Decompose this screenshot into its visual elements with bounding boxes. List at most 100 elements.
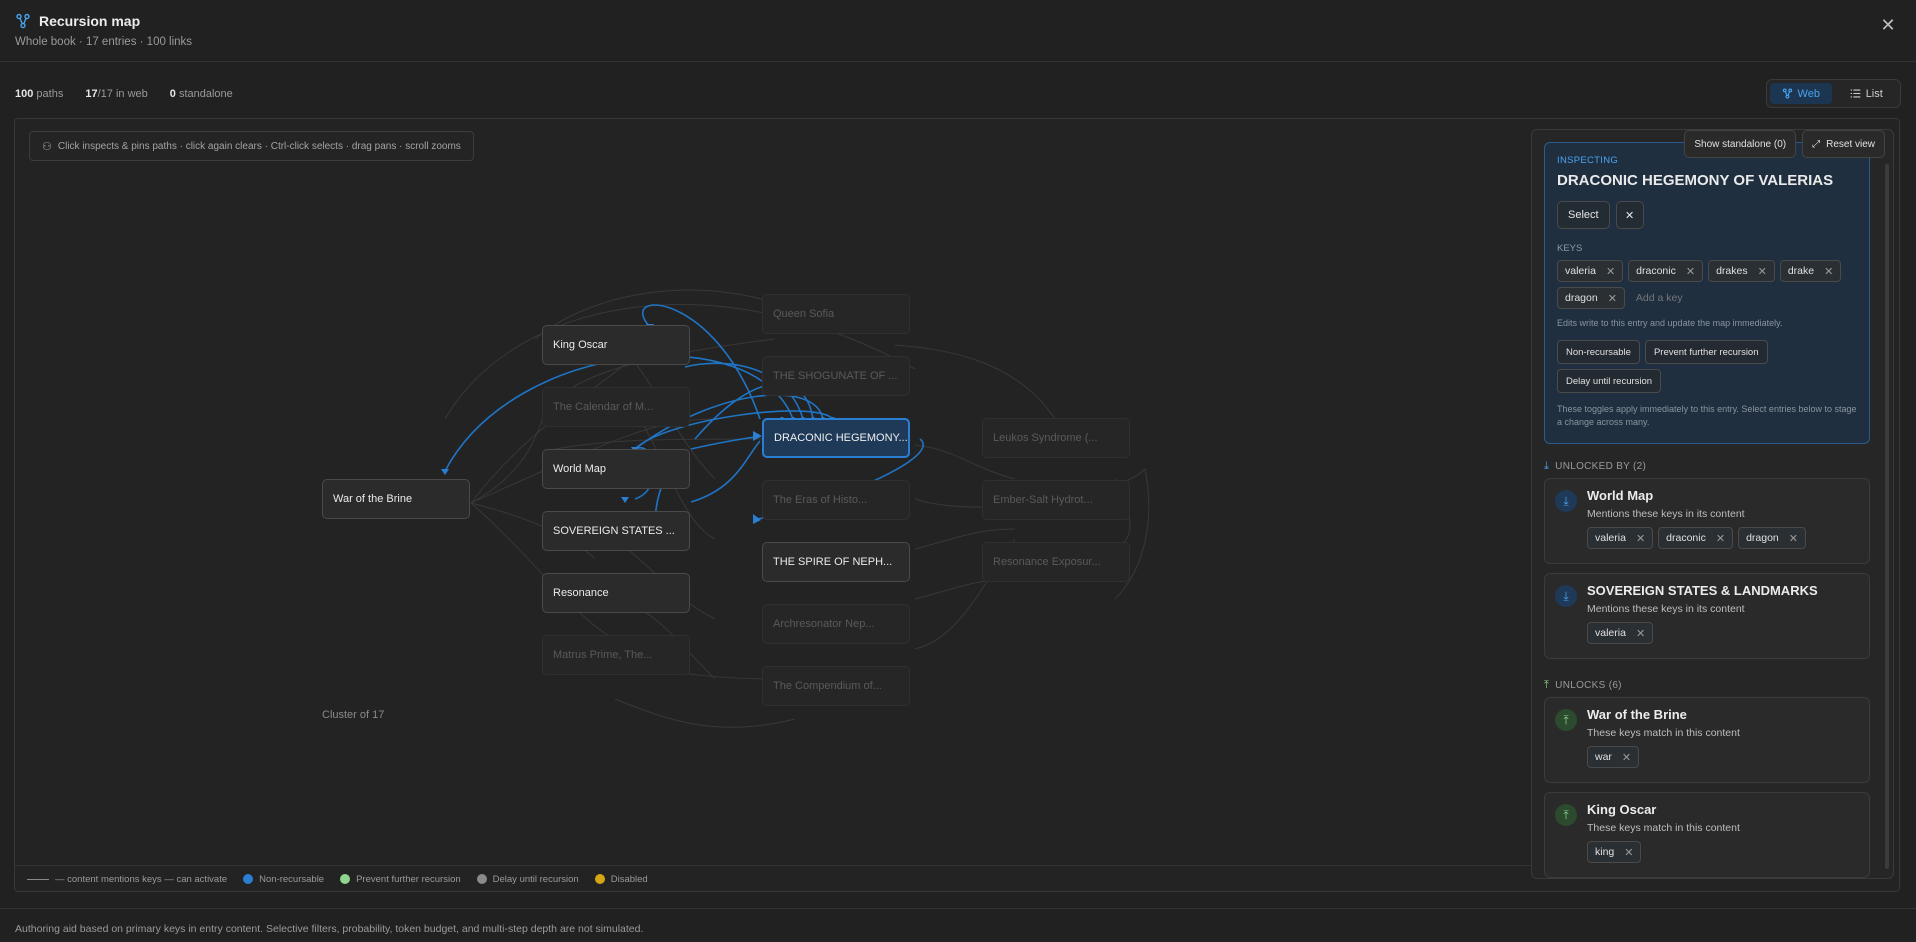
remove-key-icon[interactable]: ✕ bbox=[1606, 265, 1615, 278]
key-text: dragon bbox=[1746, 532, 1779, 544]
key-text: valeria bbox=[1595, 532, 1626, 544]
key-text: king bbox=[1595, 846, 1615, 858]
remove-key-icon[interactable]: ✕ bbox=[1608, 292, 1617, 305]
key-chip[interactable]: draconic ✕ bbox=[1658, 527, 1734, 549]
key-chip[interactable]: drakes ✕ bbox=[1708, 260, 1775, 282]
prevent-recursion-toggle[interactable]: Prevent further recursion bbox=[1644, 340, 1768, 364]
remove-key-icon[interactable]: ✕ bbox=[1789, 532, 1798, 545]
node-leukos-syndrome[interactable]: Leukos Syndrome (... bbox=[982, 418, 1130, 458]
remove-key-icon[interactable]: ✕ bbox=[1686, 265, 1695, 278]
legend-line-swatch bbox=[27, 878, 49, 880]
hint-text: Click inspects & pins paths · click agai… bbox=[57, 140, 461, 152]
key-chip[interactable]: drake ✕ bbox=[1779, 260, 1842, 282]
unlocks-card-king-oscar[interactable]: ⤒ King Oscar These keys match in this co… bbox=[1544, 792, 1870, 878]
outgoing-icon: ⤒ bbox=[1555, 709, 1577, 731]
key-chip[interactable]: dragon ✕ bbox=[1557, 287, 1625, 309]
key-chip[interactable]: valeria ✕ bbox=[1587, 527, 1654, 549]
web-total: /17 bbox=[97, 88, 113, 100]
remove-key-icon[interactable]: ✕ bbox=[1624, 846, 1633, 859]
page-subtitle: Whole book · 17 entries · 100 links bbox=[15, 36, 193, 48]
standalone-stat: 0 standalone bbox=[170, 88, 233, 100]
legend-non-recursable: Non-recursable bbox=[243, 874, 324, 885]
key-chip[interactable]: king ✕ bbox=[1587, 841, 1642, 863]
download-icon: ⤓ bbox=[1544, 460, 1550, 472]
remove-key-icon[interactable]: ✕ bbox=[1636, 532, 1645, 545]
key-text: dragon bbox=[1565, 292, 1598, 304]
outgoing-icon: ⤒ bbox=[1555, 804, 1577, 826]
stats-row: 100 paths 17/17 in web 0 standalone bbox=[15, 88, 233, 100]
panel-top-buttons: Show standalone (0) ⤢ Reset view bbox=[1684, 130, 1885, 158]
show-standalone-button[interactable]: Show standalone (0) bbox=[1684, 130, 1797, 158]
legend-label: Disabled bbox=[610, 873, 648, 885]
reset-view-label: Reset view bbox=[1826, 138, 1875, 150]
node-queen-sofia[interactable]: Queen Sofia bbox=[762, 294, 910, 334]
upload-icon: ⤒ bbox=[1544, 679, 1550, 691]
paths-label: paths bbox=[36, 88, 64, 100]
node-resonance[interactable]: Resonance bbox=[542, 573, 690, 613]
select-button[interactable]: Select bbox=[1557, 201, 1610, 229]
key-chip[interactable]: valeria ✕ bbox=[1557, 260, 1624, 282]
unlocked-by-heading: ⤓ UNLOCKED BY (2) bbox=[1544, 460, 1646, 473]
card-desc: Mentions these keys in its content bbox=[1587, 603, 1745, 615]
keys-label: KEYS bbox=[1557, 243, 1583, 254]
node-king-oscar[interactable]: King Oscar bbox=[542, 325, 690, 365]
node-shogunate[interactable]: THE SHOGUNATE OF ... bbox=[762, 356, 910, 396]
node-eras-of-history[interactable]: The Eras of Histo... bbox=[762, 480, 910, 520]
reset-view-button[interactable]: ⤢ Reset view bbox=[1802, 130, 1885, 158]
remove-key-icon[interactable]: ✕ bbox=[1622, 751, 1631, 764]
legend-dot-yellow bbox=[594, 874, 605, 884]
card-title: World Map bbox=[1587, 488, 1654, 503]
remove-key-icon[interactable]: ✕ bbox=[1636, 627, 1645, 640]
card-keys: king ✕ bbox=[1587, 841, 1887, 863]
legend-label: Delay until recursion bbox=[492, 873, 579, 885]
legend-dot-blue bbox=[243, 874, 254, 884]
pointer-icon: ⚇ bbox=[42, 140, 52, 153]
keys-list: valeria ✕ draconic ✕ drakes ✕ drake ✕ dragon… bbox=[1557, 260, 1857, 309]
remove-key-icon[interactable]: ✕ bbox=[1716, 532, 1725, 545]
node-draconic-hegemony[interactable]: DRACONIC HEGEMONY... bbox=[762, 418, 910, 458]
incoming-icon: ⤓ bbox=[1555, 490, 1577, 512]
node-calendar[interactable]: The Calendar of M... bbox=[542, 387, 690, 427]
node-compendium[interactable]: The Compendium of... bbox=[762, 666, 910, 706]
clear-inspect-button[interactable]: ✕ bbox=[1615, 201, 1644, 229]
node-world-map[interactable]: World Map bbox=[542, 449, 690, 489]
key-chip[interactable]: dragon ✕ bbox=[1738, 527, 1806, 549]
node-war-of-the-brine[interactable]: War of the Brine bbox=[322, 479, 470, 519]
web-view-button[interactable]: Web bbox=[1770, 83, 1832, 104]
unlocked-by-card-sovereign-states[interactable]: ⤓ SOVEREIGN STATES & LANDMARKS Mentions … bbox=[1544, 573, 1870, 659]
node-resonance-exposure[interactable]: Resonance Exposur... bbox=[982, 542, 1130, 582]
key-chip[interactable]: war ✕ bbox=[1587, 746, 1640, 768]
add-key-input[interactable] bbox=[1629, 287, 1730, 309]
remove-key-icon[interactable]: ✕ bbox=[1758, 265, 1767, 278]
card-title: King Oscar bbox=[1587, 802, 1657, 817]
node-ember-salt[interactable]: Ember-Salt Hydrot... bbox=[982, 480, 1130, 520]
non-recursable-toggle[interactable]: Non-recursable bbox=[1557, 340, 1640, 364]
node-sovereign-states[interactable]: SOVEREIGN STATES ... bbox=[542, 511, 690, 551]
key-chip[interactable]: valeria ✕ bbox=[1587, 622, 1654, 644]
node-archresonator[interactable]: Archresonator Nep... bbox=[762, 604, 910, 644]
close-button[interactable]: ✕ bbox=[1878, 15, 1898, 35]
delay-recursion-toggle[interactable]: Delay until recursion bbox=[1557, 369, 1662, 393]
legend-dot-green bbox=[340, 874, 351, 884]
remove-key-icon[interactable]: ✕ bbox=[1824, 265, 1833, 278]
inspected-entry-name: DRACONIC HEGEMONY OF VALERIAS bbox=[1557, 172, 1834, 189]
key-text: draconic bbox=[1636, 265, 1676, 277]
web-view-label: Web bbox=[1797, 87, 1820, 100]
unlocks-heading: ⤒ UNLOCKS (6) bbox=[1544, 679, 1622, 692]
unlocks-card-war-of-the-brine[interactable]: ⤒ War of the Brine These keys match in t… bbox=[1544, 697, 1870, 783]
footer: Authoring aid based on primary keys in e… bbox=[0, 908, 1916, 942]
node-matrus-prime[interactable]: Matrus Prime, The... bbox=[542, 635, 690, 675]
inspector-panel: Show standalone (0) ⤢ Reset view INSPECT… bbox=[1531, 129, 1894, 879]
web-stat: 17/17 in web bbox=[85, 88, 147, 100]
footer-text: Authoring aid based on primary keys in e… bbox=[15, 923, 644, 935]
card-keys: valeria ✕ bbox=[1587, 622, 1887, 644]
node-spire-of-neph[interactable]: THE SPIRE OF NEPH... bbox=[762, 542, 910, 582]
unlocked-by-card-world-map[interactable]: ⤓ World Map Mentions these keys in its c… bbox=[1544, 478, 1870, 564]
standalone-label: standalone bbox=[178, 88, 233, 100]
view-toggle: Web List bbox=[1766, 79, 1901, 108]
list-view-button[interactable]: List bbox=[1836, 83, 1898, 104]
recursion-map-icon bbox=[16, 13, 30, 29]
graph-canvas[interactable]: ⚇ Click inspects & pins paths · click ag… bbox=[14, 118, 1900, 892]
toggles-note: These toggles apply immediately to this … bbox=[1557, 404, 1857, 427]
key-chip[interactable]: draconic ✕ bbox=[1628, 260, 1704, 282]
